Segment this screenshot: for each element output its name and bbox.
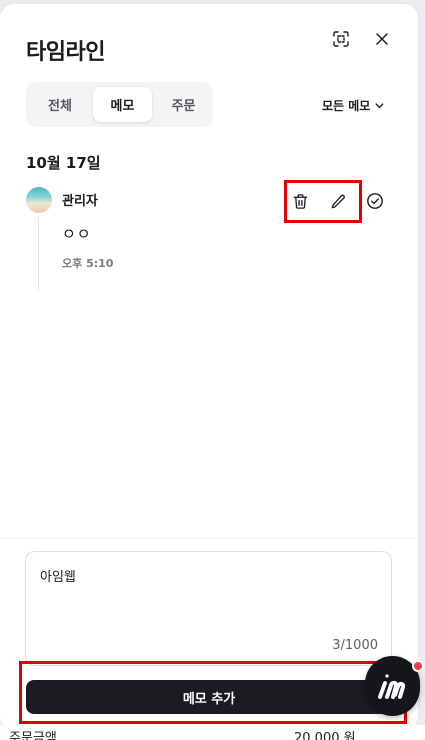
chevron-down-icon — [375, 103, 384, 109]
close-icon[interactable] — [371, 28, 393, 50]
memo-author: 관리자 — [62, 194, 98, 209]
memo-input[interactable]: 아임웹 — [40, 566, 370, 626]
highlight-box-add-memo — [19, 661, 407, 724]
memo-text: ㅇㅇ — [62, 225, 92, 243]
order-amount-value: 20,000 원 — [294, 731, 356, 740]
chat-logo-icon — [377, 674, 405, 699]
tab-all[interactable]: 전체 — [31, 87, 89, 122]
tab-memo[interactable]: 메모 — [93, 87, 152, 122]
char-counter: 3/1000 — [332, 638, 378, 653]
memo-filter-label: 모든 메모 — [322, 99, 371, 113]
trash-icon[interactable] — [290, 191, 310, 211]
expand-icon[interactable] — [330, 28, 352, 50]
order-amount-label: 주문금액 — [9, 731, 57, 740]
notification-dot — [412, 660, 424, 672]
tab-order[interactable]: 주문 — [156, 87, 211, 122]
memo-composer: 아임웹 3/1000 — [25, 551, 392, 666]
composer-divider — [0, 538, 418, 539]
memo-filter-dropdown[interactable]: 모든 메모 — [322, 97, 385, 114]
memo-time: 오후 5:10 — [62, 257, 114, 270]
timeline-panel: 타임라인 전체 메모 주문 모든 메모 10월 17일 관리자 ㅇㅇ 오후 5:… — [0, 4, 418, 730]
check-circle-icon[interactable] — [365, 191, 385, 211]
timeline-date: 10월 17일 — [26, 154, 101, 172]
avatar — [26, 187, 52, 213]
thread-line — [38, 217, 39, 291]
tab-bar: 전체 메모 주문 — [26, 82, 213, 127]
panel-title: 타임라인 — [26, 40, 105, 65]
pencil-icon[interactable] — [328, 191, 348, 211]
